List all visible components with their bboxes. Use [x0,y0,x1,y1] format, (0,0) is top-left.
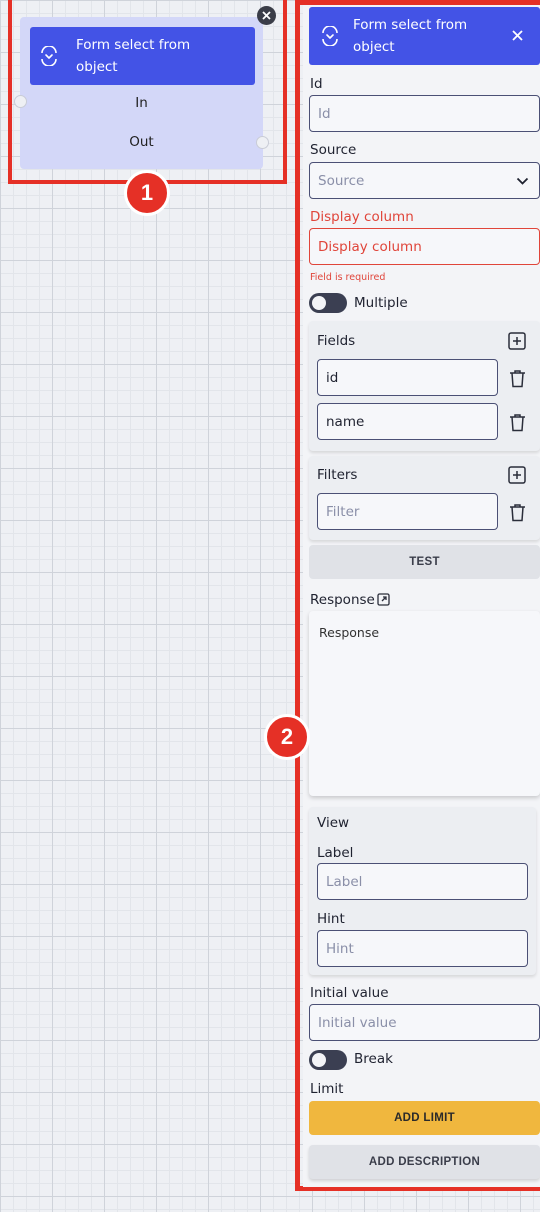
node-header[interactable]: Form select from object [30,27,255,85]
trash-icon [509,369,525,387]
field-input-1[interactable]: name [317,403,498,440]
source-select[interactable]: Source [309,162,540,199]
chevron-down-icon [516,174,529,190]
id-label: Id [310,76,323,92]
panel-close-button[interactable] [508,26,526,44]
label-input[interactable]: Label [317,863,528,900]
display-column-input[interactable]: Display column [309,228,540,265]
trash-icon [509,413,525,431]
node-title: Form select from object [76,37,191,75]
delete-filter-button[interactable] [507,502,527,522]
add-box-icon [508,332,526,350]
output-port[interactable] [256,136,269,149]
flow-node[interactable]: Form select from object In Out [14,17,269,169]
display-column-error: Field is required [310,272,386,283]
limit-label: Limit [310,1081,344,1097]
expand-response-button[interactable] [375,591,391,607]
form-select-icon [319,25,341,47]
callout-badge-2: 2 [264,714,310,760]
field-input-0[interactable]: id [317,359,498,396]
initial-value-label: Initial value [310,985,389,1001]
form-select-icon [38,45,60,67]
multiple-label: Multiple [354,295,408,311]
node-delete-button[interactable] [257,6,276,25]
delete-field-button-1[interactable] [507,412,527,432]
response-textarea[interactable]: Response [309,611,540,796]
input-port[interactable] [14,95,27,108]
trash-icon [509,503,525,521]
source-select-value: Source [318,172,365,189]
view-group: View Label Label Hint Hint [309,807,536,975]
add-filter-button[interactable] [507,465,527,485]
initial-value-input[interactable]: Initial value [309,1004,540,1041]
display-column-label: Display column [310,209,414,225]
fields-group: Fields id name [309,321,540,451]
source-label: Source [310,142,357,158]
panel-title: Form select from object [353,17,468,55]
break-toggle[interactable] [309,1050,347,1070]
test-button[interactable]: TEST [309,545,540,579]
port-in-label: In [135,95,148,111]
filters-label: Filters [317,467,358,483]
callout-badge-1: 1 [124,170,170,216]
add-limit-button[interactable]: ADD LIMIT [309,1101,540,1135]
hint-input[interactable]: Hint [317,930,528,967]
close-icon [262,11,271,20]
response-label: Response [310,592,375,608]
port-out-label: Out [129,134,154,150]
panel-header: Form select from object [309,7,540,65]
hint-field-label: Hint [317,911,345,927]
properties-panel: Form select from object Id Id Source Sou… [303,5,540,1187]
label-field-label: Label [317,845,354,861]
filters-group: Filters Filter [309,456,540,540]
add-description-button[interactable]: ADD DESCRIPTION [309,1145,540,1179]
id-input[interactable]: Id [309,95,540,132]
view-label: View [317,815,350,831]
expand-icon [376,592,390,606]
delete-field-button-0[interactable] [507,368,527,388]
close-icon [511,29,523,41]
multiple-toggle[interactable] [309,293,347,313]
filter-input[interactable]: Filter [317,493,498,530]
add-field-button[interactable] [507,331,527,351]
add-box-icon [508,466,526,484]
fields-label: Fields [317,333,356,349]
break-label: Break [354,1051,393,1067]
